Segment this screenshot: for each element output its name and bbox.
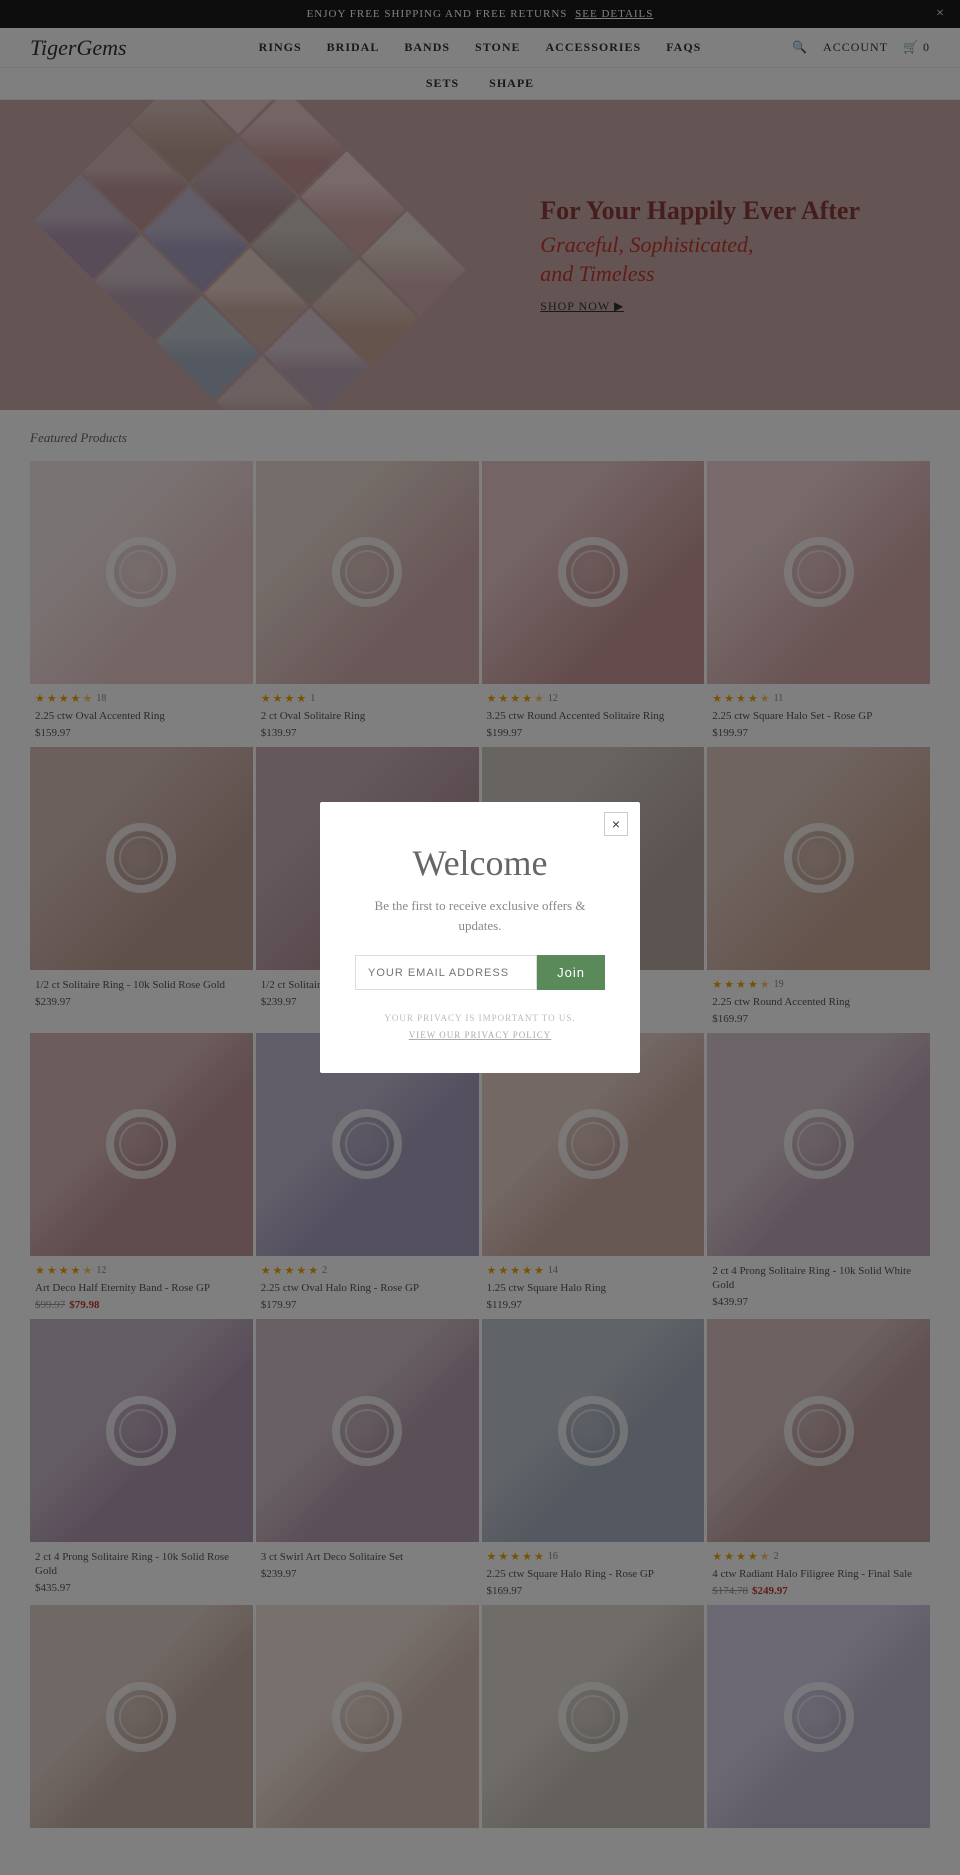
modal-description: Be the first to receive exclusive offers… [355,896,605,935]
modal-privacy: YOUR PRIVACY IS IMPORTANT TO US. VIEW OU… [355,1010,605,1042]
join-button[interactable]: Join [537,955,605,990]
modal-title: Welcome [355,842,605,884]
modal: × Welcome Be the first to receive exclus… [320,802,640,1072]
modal-form: Join [355,955,605,990]
modal-overlay: × Welcome Be the first to receive exclus… [0,0,960,1875]
privacy-policy-link[interactable]: VIEW OUR PRIVACY POLICY [409,1030,552,1040]
modal-close-button[interactable]: × [604,812,628,836]
email-input[interactable] [355,955,537,990]
